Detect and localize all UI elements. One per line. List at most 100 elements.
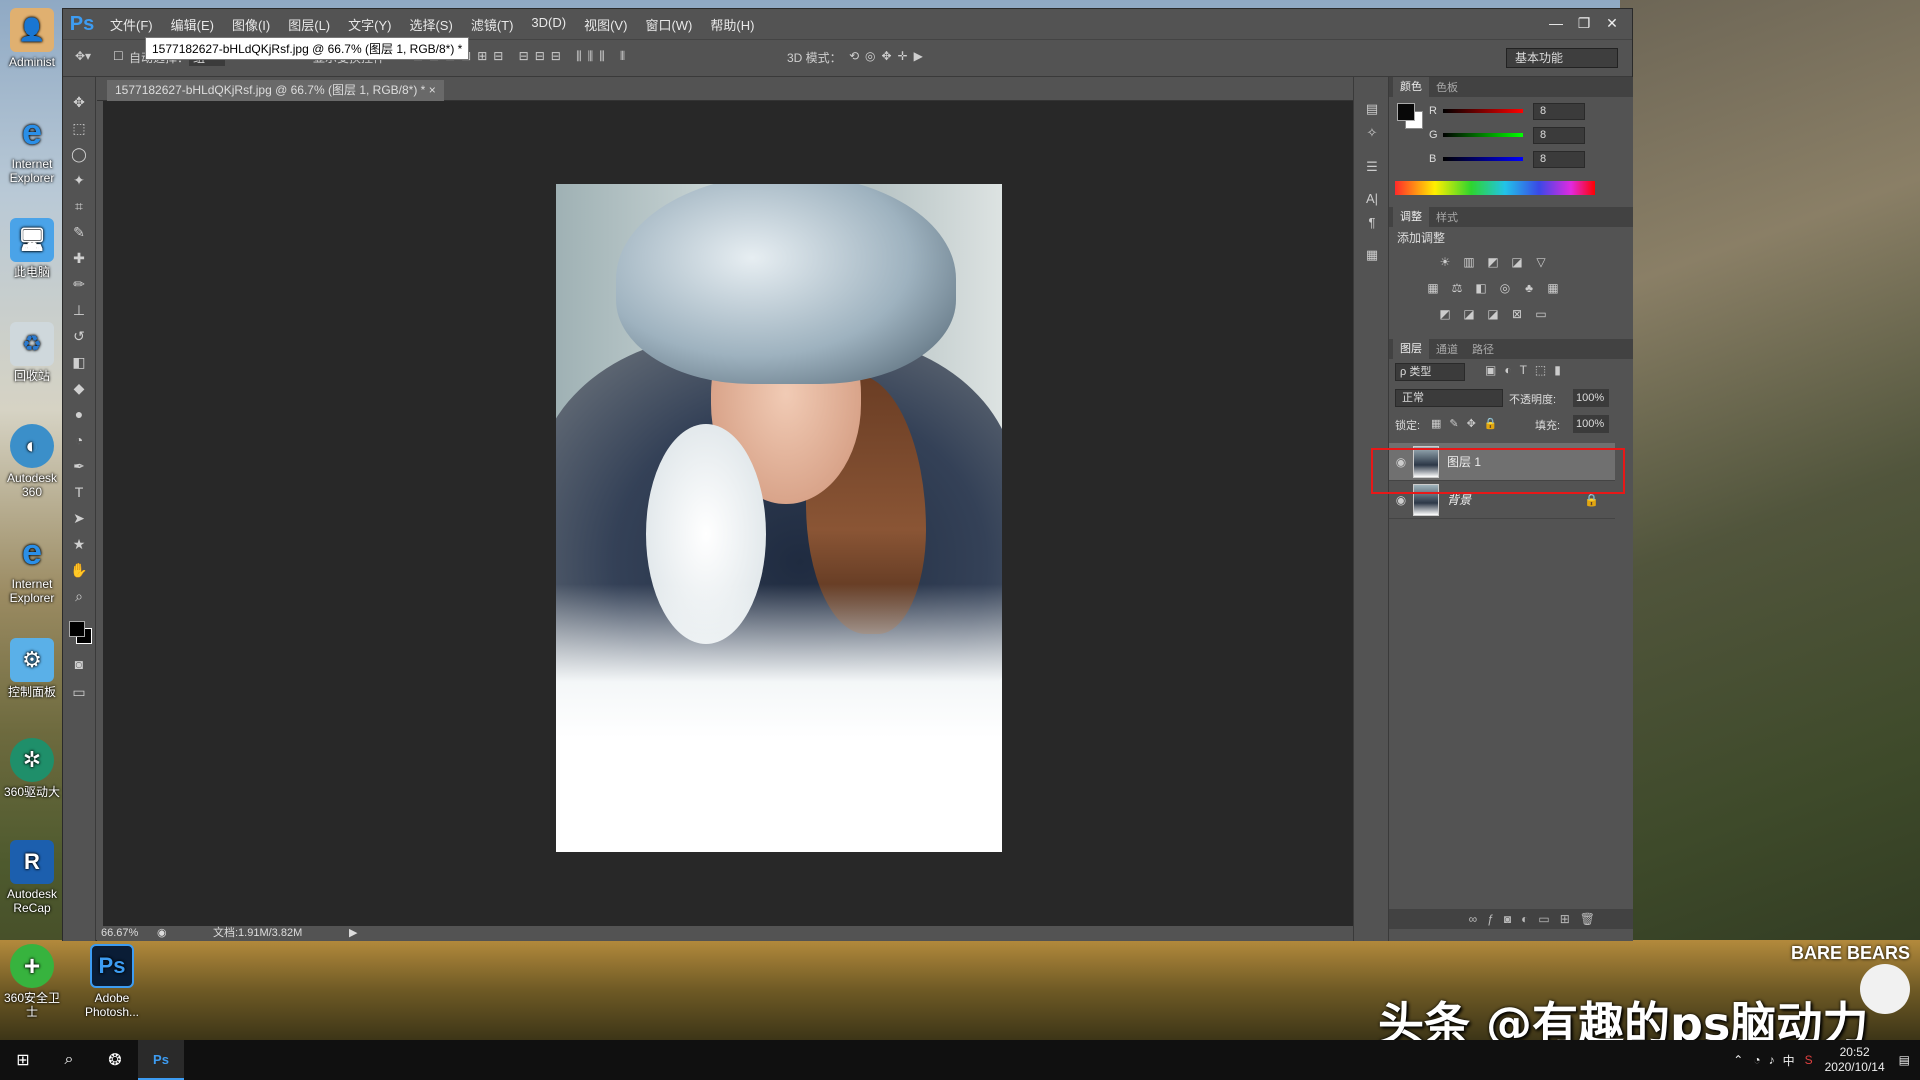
brush-tool-icon[interactable]: ✏ bbox=[67, 273, 91, 295]
foreground-color-swatch[interactable] bbox=[69, 621, 85, 637]
channel-mixer-icon[interactable]: ♣ bbox=[1521, 281, 1537, 295]
tab-paths[interactable]: 路径 bbox=[1465, 341, 1501, 357]
fill-input[interactable]: 100% bbox=[1573, 415, 1609, 433]
path-select-icon[interactable]: ➤ bbox=[67, 507, 91, 529]
marquee-tool-icon[interactable]: ⬚ bbox=[67, 117, 91, 139]
layers-footer-icons[interactable]: ∞ƒ◙◐▭⊞🗑 bbox=[1389, 909, 1633, 929]
close-button[interactable]: ✕ bbox=[1598, 11, 1626, 35]
color-fg-swatch[interactable] bbox=[1397, 103, 1415, 121]
layer-filter-icons[interactable]: ▣◐T⬚▮ bbox=[1485, 363, 1569, 377]
pen-tool-icon[interactable]: ✒ bbox=[67, 455, 91, 477]
menu-type[interactable]: 文字(Y) bbox=[339, 15, 400, 34]
desktop-icon-control-panel[interactable]: ⚙ 控制面板 bbox=[0, 638, 64, 699]
3d-mode-icons[interactable]: ⟲◎✥✛▶ bbox=[849, 49, 929, 63]
r-slider[interactable] bbox=[1443, 109, 1523, 113]
status-arrow-icon[interactable]: ▶ bbox=[349, 926, 357, 941]
menu-select[interactable]: 选择(S) bbox=[400, 15, 461, 34]
tab-swatches[interactable]: 色板 bbox=[1429, 79, 1465, 95]
desktop-icon-recycle[interactable]: ♻ 回收站 bbox=[0, 322, 64, 383]
hue-icon[interactable]: ▦ bbox=[1425, 281, 1441, 295]
tab-adjustments[interactable]: 调整 bbox=[1393, 207, 1429, 227]
volume-icon[interactable]: ♪ bbox=[1769, 1053, 1775, 1067]
balance-icon[interactable]: ⚖ bbox=[1449, 281, 1465, 295]
brightness-icon[interactable]: ☀ bbox=[1437, 255, 1453, 269]
sogou-icon[interactable]: S bbox=[1805, 1053, 1813, 1067]
paragraph-panel-icon[interactable]: ¶ bbox=[1362, 213, 1382, 233]
taskbar-photoshop-icon[interactable]: Ps bbox=[138, 1040, 184, 1080]
zoom-level[interactable]: 66.67% bbox=[101, 926, 138, 941]
layer-filter-dropdown[interactable]: ρ 类型 bbox=[1395, 363, 1465, 381]
history-panel-icon[interactable]: ▤ bbox=[1362, 99, 1382, 119]
desktop-icon-ie[interactable]: e Internet Explorer bbox=[0, 110, 64, 186]
exposure-icon[interactable]: ◪ bbox=[1509, 255, 1525, 269]
blend-mode-dropdown[interactable]: 正常 bbox=[1395, 389, 1503, 407]
opacity-input[interactable]: 100% bbox=[1573, 389, 1609, 407]
eraser-tool-icon[interactable]: ◧ bbox=[67, 351, 91, 373]
ime-indicator[interactable]: 中 bbox=[1783, 1052, 1795, 1069]
menu-3d[interactable]: 3D(D) bbox=[522, 15, 575, 34]
move-tool-icon[interactable]: ✥ bbox=[67, 91, 91, 113]
menu-view[interactable]: 视图(V) bbox=[575, 15, 636, 34]
eyedropper-icon[interactable]: ✎ bbox=[67, 221, 91, 243]
auto-select-checkbox[interactable]: ☐ bbox=[113, 49, 124, 63]
move-tool-icon[interactable]: ✥▾ bbox=[75, 49, 91, 63]
brush-settings-icon[interactable]: ☰ bbox=[1362, 157, 1382, 177]
tab-color[interactable]: 颜色 bbox=[1393, 77, 1429, 97]
r-value-input[interactable]: 8 bbox=[1533, 103, 1585, 120]
invert-icon[interactable]: ◩ bbox=[1437, 307, 1453, 321]
menu-filter[interactable]: 滤镜(T) bbox=[462, 15, 523, 34]
lock-icons[interactable]: ▦✎✥🔒 bbox=[1431, 417, 1506, 430]
crop-tool-icon[interactable]: ⌗ bbox=[67, 195, 91, 217]
quick-mask-icon[interactable]: ◙ bbox=[67, 653, 91, 675]
history-brush-icon[interactable]: ↺ bbox=[67, 325, 91, 347]
desktop-icon-ie2[interactable]: e Internet Explorer bbox=[0, 530, 64, 606]
minimize-button[interactable]: — bbox=[1542, 11, 1570, 35]
brush-preset-icon[interactable]: ✧ bbox=[1362, 123, 1382, 143]
tab-layers[interactable]: 图层 bbox=[1393, 339, 1429, 359]
posterize-icon[interactable]: ◪ bbox=[1461, 307, 1477, 321]
menu-layer[interactable]: 图层(L) bbox=[279, 15, 339, 34]
desktop-icon-360safe[interactable]: +360安全卫士 bbox=[0, 944, 64, 1019]
menu-image[interactable]: 图像(I) bbox=[223, 15, 279, 34]
workspace-dropdown[interactable]: 基本功能 bbox=[1506, 48, 1618, 68]
menu-window[interactable]: 窗口(W) bbox=[636, 15, 701, 34]
blur-tool-icon[interactable]: ● bbox=[67, 403, 91, 425]
search-icon[interactable]: ⌕ bbox=[46, 1040, 92, 1080]
magic-wand-icon[interactable]: ✦ bbox=[67, 169, 91, 191]
g-slider[interactable] bbox=[1443, 133, 1523, 137]
lasso-tool-icon[interactable]: ◯ bbox=[67, 143, 91, 165]
levels-icon[interactable]: ▥ bbox=[1461, 255, 1477, 269]
type-tool-icon[interactable]: T bbox=[67, 481, 91, 503]
desktop-icon-computer[interactable]: 🖥 此电脑 bbox=[0, 218, 64, 279]
eye-icon[interactable]: ◉ bbox=[1389, 493, 1413, 507]
desktop-icon-recap[interactable]: R Autodesk ReCap bbox=[0, 840, 64, 915]
selective-color-icon[interactable]: ⊠ bbox=[1509, 307, 1525, 321]
menu-help[interactable]: 帮助(H) bbox=[701, 15, 763, 34]
clock[interactable]: 20:52 2020/10/14 bbox=[1825, 1045, 1885, 1075]
close-tab-icon[interactable]: × bbox=[429, 83, 436, 97]
healing-brush-icon[interactable]: ✚ bbox=[67, 247, 91, 269]
zoom-tool-icon[interactable]: ⌕ bbox=[67, 585, 91, 607]
stamp-tool-icon[interactable]: ⊥ bbox=[67, 299, 91, 321]
360-browser-icon[interactable]: ❂ bbox=[92, 1040, 138, 1080]
desktop-icon-autodesk360[interactable]: ◐ Autodesk 360 bbox=[0, 424, 64, 499]
curves-icon[interactable]: ◩ bbox=[1485, 255, 1501, 269]
color-lookup-icon[interactable]: ▦ bbox=[1545, 281, 1561, 295]
dodge-tool-icon[interactable]: ◔ bbox=[67, 429, 91, 451]
document-tab[interactable]: 1577182627-bHLdQKjRsf.jpg @ 66.7% (图层 1,… bbox=[107, 80, 444, 101]
menu-file[interactable]: 文件(F) bbox=[101, 15, 162, 34]
character-panel-icon[interactable]: A| bbox=[1362, 189, 1382, 209]
properties-panel-icon[interactable]: ▦ bbox=[1362, 245, 1382, 265]
canvas-area[interactable] bbox=[103, 101, 1379, 926]
gradient-map-icon[interactable]: ▭ bbox=[1533, 307, 1549, 321]
desktop-icon-admin[interactable]: 👤 Administ bbox=[0, 8, 64, 69]
hand-tool-icon[interactable]: ✋ bbox=[67, 559, 91, 581]
menu-edit[interactable]: 编辑(E) bbox=[162, 15, 223, 34]
shape-tool-icon[interactable]: ★ bbox=[67, 533, 91, 555]
start-icon[interactable]: ⊞ bbox=[0, 1040, 46, 1080]
tab-styles[interactable]: 样式 bbox=[1429, 209, 1465, 225]
notification-icon[interactable]: ▤ bbox=[1899, 1053, 1910, 1067]
tray-up-icon[interactable]: ⌃ bbox=[1733, 1053, 1743, 1067]
paint-bucket-icon[interactable]: ◆ bbox=[67, 377, 91, 399]
bw-icon[interactable]: ◧ bbox=[1473, 281, 1489, 295]
